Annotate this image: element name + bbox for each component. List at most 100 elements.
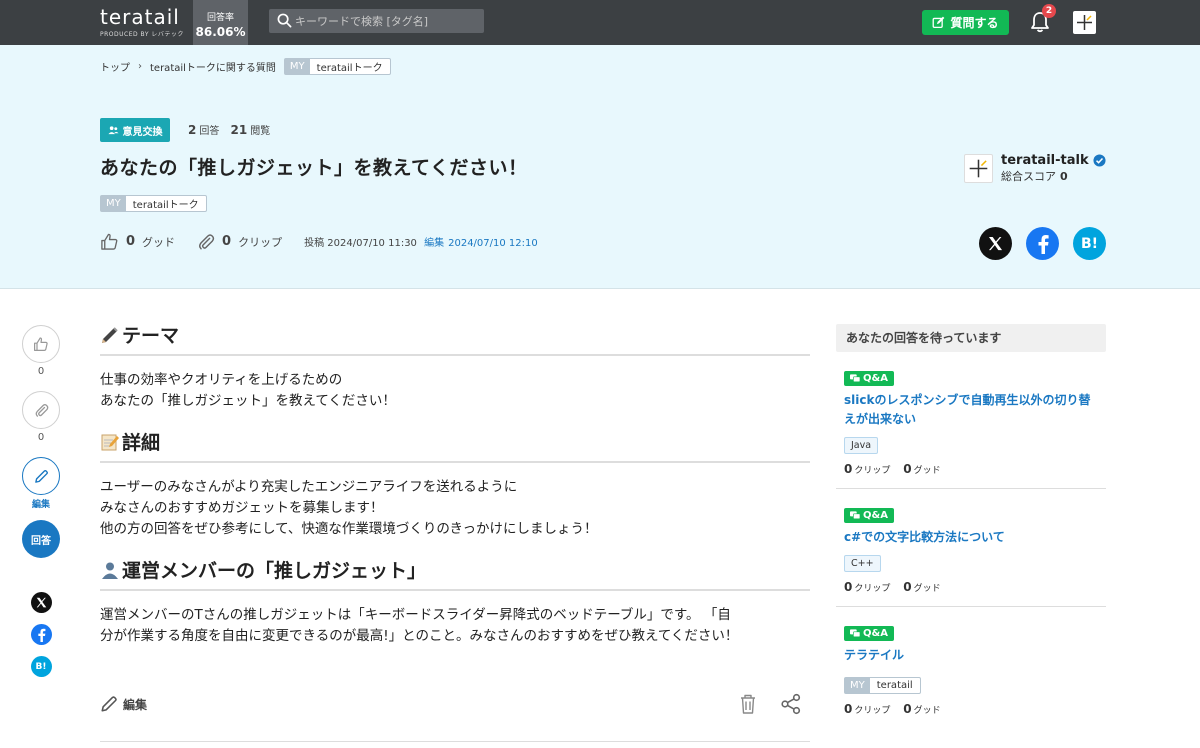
good-button[interactable]: 0 グッド xyxy=(100,232,175,251)
views-label: 閲覧 xyxy=(250,126,271,137)
detail-line: 他の方の回答をぜひ参考にして、快適な作業環境づくりのきっかけにしましょう！ xyxy=(100,521,598,537)
share-icon[interactable] xyxy=(780,693,802,715)
breadcrumb-top[interactable]: トップ xyxy=(100,59,130,74)
rail-answer-label: 回答 xyxy=(31,535,51,547)
ask-question-button[interactable]: 質問する xyxy=(922,10,1009,35)
theme-paragraph: 仕事の効率やクオリティを上げるための あなたの「推しガジェット」を教えてください… xyxy=(100,370,810,412)
views-count: 21 xyxy=(230,123,248,137)
rail-facebook-share-button[interactable] xyxy=(30,624,52,645)
member-line: 分が作業する角度を自由に変更できるのが最高!」とのこと。みなさんのおすすめをぜひ… xyxy=(100,628,739,644)
theme-line: 仕事の効率やクオリティを上げるための xyxy=(100,372,343,388)
rail-hatena-bookmark-button[interactable]: B! xyxy=(30,656,52,677)
edit-link-label: 編集 xyxy=(123,697,148,712)
member-line: 運営メンバーのTさんの推しガジェットは「キーボードスライダー昇降式のベッドテーブ… xyxy=(100,607,731,623)
body-bottom-actions: 編集 xyxy=(100,693,810,718)
pen-emoji-icon xyxy=(102,326,118,343)
sidebar-question-tag[interactable]: C++ xyxy=(844,555,881,572)
rail-clip-count: 0 xyxy=(37,432,45,443)
notification-count-badge: 2 xyxy=(1042,4,1056,18)
sidebar-question-title[interactable]: c#での文字比較方法について xyxy=(844,528,1098,547)
question-header-section: トップ › teratailトークに関する質問 MY teratailトーク 意… xyxy=(0,45,1200,289)
good-count: 0 xyxy=(903,580,912,594)
sidebar-question-tag[interactable]: MY teratail xyxy=(844,677,921,694)
good-label: グッド xyxy=(913,584,941,594)
question-body: テーマ 仕事の効率やクオリティを上げるための あなたの「推しガジェット」を教えて… xyxy=(100,321,810,663)
paperclip-icon xyxy=(199,233,215,249)
sidebar-question-title[interactable]: テラテイル xyxy=(844,646,1098,665)
x-logo-icon xyxy=(988,236,1003,251)
my-tag-marker: MY xyxy=(101,196,126,211)
my-tag-marker: MY xyxy=(284,59,310,74)
edited-date[interactable]: 2024/07/10 12:10 xyxy=(448,238,538,249)
category-badge: 意見交換 xyxy=(100,118,170,142)
sidebar-question-tag-row: MY teratail xyxy=(844,673,1098,694)
breadcrumb-tag[interactable]: MY teratailトーク xyxy=(283,58,391,75)
sidebar-question-item: Q&A c#での文字比較方法について C++ 0 クリップ 0 グッド xyxy=(836,489,1106,607)
clip-button[interactable]: 0 クリップ xyxy=(197,233,282,251)
facebook-share-button[interactable] xyxy=(1026,227,1059,260)
logo-text: teratail xyxy=(100,5,180,29)
detail-heading-text: 詳細 xyxy=(122,432,161,454)
x-share-button[interactable] xyxy=(979,227,1012,260)
sidebar-question-stats: 0 クリップ 0 グッド xyxy=(844,462,1098,476)
rail-good-button[interactable] xyxy=(22,325,60,363)
share-buttons: B! xyxy=(979,227,1106,260)
rail-share-buttons: B! xyxy=(22,592,60,677)
author-score: 総合スコア 0 xyxy=(1001,168,1106,184)
edited-label: 編集 xyxy=(424,238,445,249)
edit-question-link[interactable]: 編集 xyxy=(100,695,147,713)
edit-square-icon xyxy=(933,16,945,29)
tag-name: teratailトーク xyxy=(316,63,383,74)
breadcrumb-category[interactable]: teratailトークに関する質問 xyxy=(150,59,276,74)
ask-question-label: 質問する xyxy=(950,16,999,30)
theme-line: あなたの「推しガジェット」を教えてください！ xyxy=(100,393,396,409)
sidebar-question-tag[interactable]: Java xyxy=(844,437,879,454)
detail-line: みなさんのおすすめガジェットを募集します！ xyxy=(100,500,384,516)
user-menu-avatar[interactable] xyxy=(1073,11,1096,34)
post-meta: 投稿 2024/07/10 11:30 編集 2024/07/10 12:10 xyxy=(304,234,538,249)
breadcrumb: トップ › teratailトークに関する質問 MY teratailトーク xyxy=(100,58,391,75)
question-title: あなたの「推しガジェット」を教えてください！ xyxy=(100,157,528,179)
question-stats: 2 回答 21 閲覧 xyxy=(188,122,270,137)
rail-clip-button[interactable] xyxy=(22,391,60,429)
qa-badge: Q&A xyxy=(844,371,894,386)
clip-label: クリップ xyxy=(854,706,891,716)
pencil-icon xyxy=(34,469,48,483)
detail-heading: 詳細 xyxy=(100,428,810,463)
rail-answer-button[interactable]: 回答 xyxy=(22,520,60,558)
notification-button[interactable]: 2 xyxy=(1030,4,1056,33)
thumbs-up-icon xyxy=(34,337,48,351)
clip-label: クリップ xyxy=(854,584,891,594)
clip-count: 0 xyxy=(844,580,853,594)
rail-x-share-button[interactable] xyxy=(30,592,52,613)
person-silhouette-emoji-icon xyxy=(102,562,118,579)
verified-badge-icon xyxy=(1093,154,1106,167)
x-logo-icon xyxy=(36,597,46,608)
trash-icon[interactable] xyxy=(738,693,758,715)
teratail-logo[interactable]: teratail PRODUCED BY レバテック xyxy=(100,6,184,38)
tag-name: teratail xyxy=(876,680,913,691)
question-actions: 0 グッド 0 クリップ 投稿 2024/07/10 11:30 編集 2024/… xyxy=(100,232,538,251)
question-tag[interactable]: MY teratailトーク xyxy=(100,195,207,212)
hatena-b-icon: B! xyxy=(1080,235,1099,252)
detail-paragraph: ユーザーのみなさんがより充実したエンジニアライフを送れるように みなさんのおすす… xyxy=(100,477,810,540)
author-info[interactable]: teratail-talk 総合スコア 0 xyxy=(964,153,1106,184)
chevron-right-icon: › xyxy=(138,61,142,72)
member-heading: 運営メンバーの「推しガジェット」 xyxy=(100,556,810,591)
clip-count: 0 xyxy=(844,462,853,476)
member-paragraph: 運営メンバーのTさんの推しガジェットは「キーボードスライダー昇降式のベッドテーブ… xyxy=(100,605,810,647)
search-input[interactable] xyxy=(295,9,480,33)
clip-label: クリップ xyxy=(238,235,283,249)
sidebar-question-title[interactable]: slickのレスポンシブで自動再生以外の切り替えが出来ない xyxy=(844,391,1098,429)
rail-edit-button[interactable] xyxy=(22,457,60,495)
paperclip-icon xyxy=(35,403,48,417)
sidebar-question-item: Q&A テラテイル MY teratail 0 クリップ 0 グッド xyxy=(836,607,1106,728)
good-count: 0 xyxy=(903,702,912,716)
chat-bubbles-icon xyxy=(850,374,860,383)
hatena-bookmark-button[interactable]: B! xyxy=(1073,227,1106,260)
people-icon xyxy=(107,125,119,134)
posted-date: 2024/07/10 11:30 xyxy=(327,238,417,249)
member-heading-text: 運営メンバーの「推しガジェット」 xyxy=(122,560,427,582)
theme-heading-text: テーマ xyxy=(122,325,180,347)
clip-count: 0 xyxy=(844,702,853,716)
